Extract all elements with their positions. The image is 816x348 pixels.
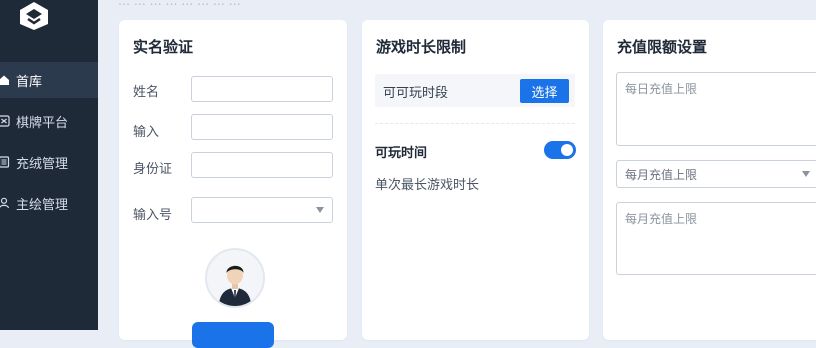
chess-icon [0,115,10,127]
monthly-limit-select-value: 每月充值上限 [625,167,698,182]
monthly-limit-select[interactable]: 每月充值上限 [616,160,816,188]
play-time-label: 可玩时间 [375,146,428,161]
sidebar-item-label: 棋牌平台 [16,115,69,131]
idcard-input[interactable] [191,152,333,178]
sidebar-item-label: 主绘管理 [16,197,69,213]
input-label: 输入 [133,125,160,140]
top-bar: … … … … … … … … [98,0,816,12]
input-field[interactable] [191,114,333,140]
idcard-label: 身份证 [133,162,173,177]
user-icon [0,197,10,209]
recharge-card: 充值限额设置 每日充值上限 每月充值上限 每月充值上限 [603,20,816,340]
sidebar-item-chess[interactable]: 棋牌平台 [0,103,98,139]
chevron-down-icon [316,207,324,213]
single-max-label: 单次最长游戏时长 [375,178,480,193]
period-row: 可可玩时段 选择 [375,74,575,107]
sidebar: 首库 棋牌平台 充绒管理 主绘管理 [0,0,98,330]
submit-button[interactable] [192,322,274,348]
breadcrumb: … … … … … … … … [118,0,241,8]
number-label: 输入号 [133,208,173,223]
recharge-title: 充值限额设置 [617,38,708,56]
toggle-knob [561,144,573,156]
divider [375,123,575,124]
person-avatar-icon [207,250,263,306]
home-icon [0,74,10,86]
gametime-title: 游戏时长限制 [376,38,467,56]
doc-icon [0,156,10,168]
name-label: 姓名 [133,85,160,100]
play-time-toggle[interactable] [544,141,576,159]
monthly-limit-textarea[interactable]: 每月充值上限 [616,202,816,275]
sidebar-item-recharge[interactable]: 充绒管理 [0,144,98,180]
sidebar-item-admin[interactable]: 主绘管理 [0,185,98,221]
chevron-down-icon [802,171,810,177]
sidebar-item-label: 充绒管理 [16,156,69,172]
daily-limit-input[interactable]: 每日充值上限 [616,72,816,146]
app-logo[interactable] [14,0,54,30]
realname-title: 实名验证 [133,38,194,56]
avatar[interactable] [205,248,265,308]
select-period-button[interactable]: 选择 [520,79,569,103]
number-select[interactable] [191,197,333,223]
gametime-card: 游戏时长限制 可可玩时段 选择 可玩时间 单次最长游戏时长 [362,20,589,340]
sidebar-item-label: 首库 [16,74,43,90]
name-input[interactable] [191,76,333,102]
period-label: 可可玩时段 [383,86,449,101]
realname-card: 实名验证 姓名 输入 身份证 输入号 [119,20,347,348]
sidebar-item-home[interactable]: 首库 [0,62,98,98]
